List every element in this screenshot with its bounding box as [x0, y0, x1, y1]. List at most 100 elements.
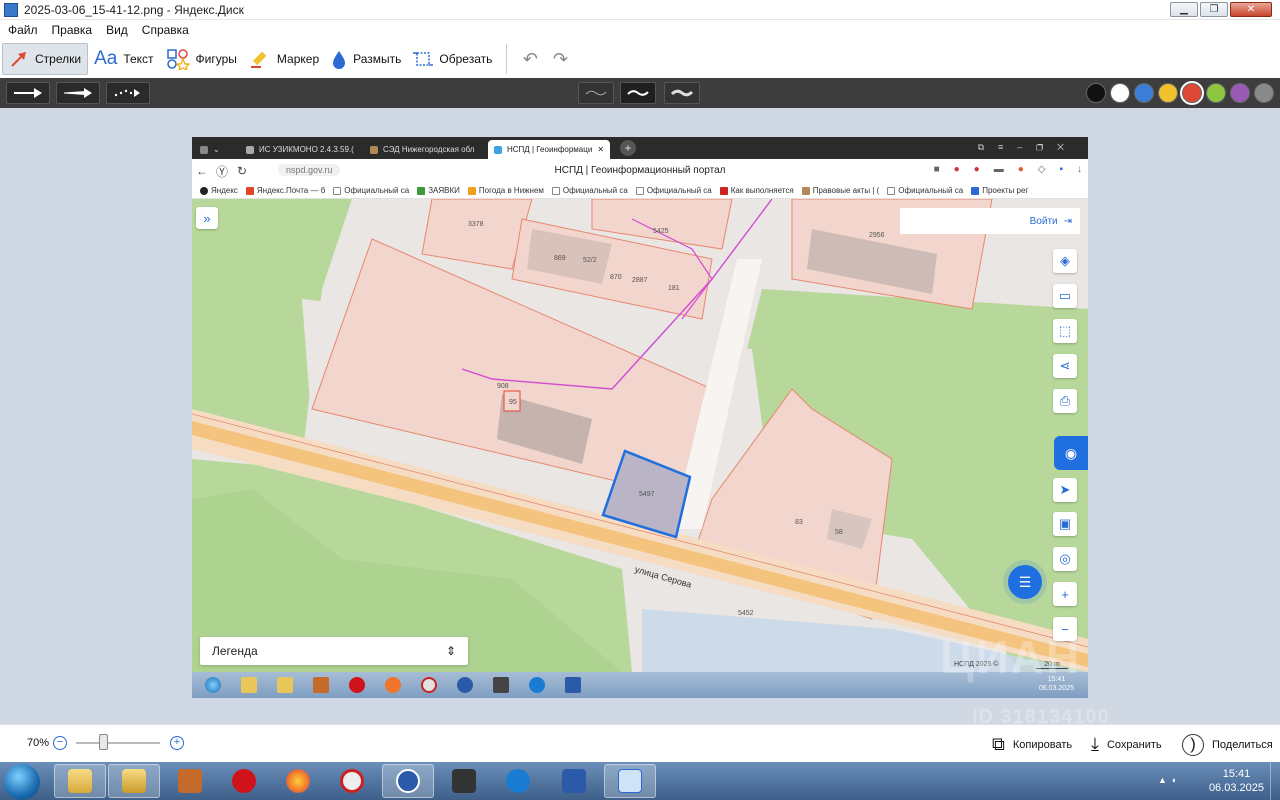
bookmark-item[interactable]: Правовые акты | ( — [801, 186, 879, 195]
select-area-button[interactable]: ⬚ — [1053, 319, 1077, 343]
tab-close-icon[interactable]: ✕ — [597, 145, 604, 154]
menu-view[interactable]: Вид — [106, 23, 128, 37]
bookmark-icon[interactable]: ■ — [934, 164, 940, 175]
bookmark-item[interactable]: Официальный са — [551, 186, 628, 195]
extension-icon[interactable]: ● — [954, 164, 960, 175]
taskbar-yandex-disk-editor[interactable] — [604, 764, 656, 798]
tool-text[interactable]: Aa Текст — [88, 43, 159, 75]
bookmark-item[interactable]: Погода в Нижнем — [467, 186, 544, 195]
bookmark-item[interactable]: ЗАЯВКИ — [417, 186, 460, 195]
share-button[interactable]: ) Поделиться — [1182, 734, 1273, 756]
color-swatch-purple[interactable] — [1230, 83, 1250, 103]
start-button[interactable] — [4, 764, 40, 800]
browser-menu-button[interactable]: ⌄ — [194, 140, 234, 159]
legend-dropdown[interactable]: Легенда ⇕ — [200, 637, 468, 665]
bookmark-item[interactable]: Официальный са — [333, 186, 409, 195]
bookmark-item[interactable]: Яндекс — [200, 186, 238, 195]
cadastral-map[interactable]: 3378 5425 2956 869 52/2 870 2887 181 908… — [192, 199, 1088, 672]
taskbar-explorer[interactable] — [54, 764, 106, 798]
menu-edit[interactable]: Правка — [52, 23, 93, 37]
line-thin-button[interactable] — [578, 82, 614, 104]
close-button[interactable]: ✕ — [1230, 2, 1272, 17]
taskbar-opera[interactable] — [218, 764, 270, 798]
arrow-style-solid-button[interactable] — [6, 82, 50, 104]
image-canvas[interactable]: ⌄ ИС УЗИКМОНО 2.4.3.59.( СЭД Нижегородск… — [192, 137, 1088, 698]
browser-tab[interactable]: СЭД Нижегородская обл — [364, 140, 482, 159]
taskbar-yandex-browser[interactable] — [382, 764, 434, 798]
map-label: 52/2 — [583, 257, 597, 264]
zoom-out-button[interactable]: − — [53, 736, 67, 750]
taskbar-scanner[interactable] — [438, 764, 490, 798]
color-swatch-white[interactable] — [1110, 83, 1130, 103]
minimize-button[interactable]: ▁ — [1170, 2, 1198, 17]
browser-window-controls[interactable]: ⧉≡–❐✕ — [978, 142, 1078, 153]
print-button[interactable]: ⎙ — [1053, 389, 1077, 413]
tool-marker[interactable]: Маркер — [243, 43, 325, 75]
search-place-button[interactable]: ◎ — [1053, 547, 1077, 571]
locate-button[interactable]: ➤ — [1053, 478, 1077, 502]
taskbar-firefox[interactable] — [272, 764, 324, 798]
login-button[interactable]: Войти ⇥ — [900, 208, 1080, 234]
zoom-slider-thumb[interactable] — [99, 734, 108, 750]
color-swatch-red[interactable] — [1182, 83, 1202, 103]
scanner-icon — [452, 769, 476, 793]
system-clock[interactable]: 15:41 06.03.2025 — [1209, 767, 1264, 795]
tool-blur[interactable]: Размыть — [325, 43, 407, 75]
menu-file[interactable]: Файл — [8, 23, 38, 37]
color-swatch-gray[interactable] — [1254, 83, 1274, 103]
extension-icon[interactable]: ▬ — [994, 164, 1004, 175]
line-medium-button[interactable] — [620, 82, 656, 104]
share-map-button[interactable]: ⋖ — [1053, 354, 1077, 378]
bookmark-item[interactable]: Проекты рег — [971, 186, 1028, 195]
color-swatch-blue[interactable] — [1134, 83, 1154, 103]
download-icon[interactable]: ↓ — [1077, 164, 1082, 175]
bookmark-item[interactable]: Яндекс.Почта — б — [245, 186, 325, 195]
maximize-button[interactable]: ❐ — [1200, 2, 1228, 17]
tool-arrows[interactable]: Стрелки — [2, 43, 89, 75]
extension-icon[interactable]: ◇ — [1038, 164, 1046, 175]
new-tab-button[interactable]: + — [620, 140, 636, 156]
tool-crop[interactable]: Обрезать — [407, 43, 498, 75]
extension-icon[interactable]: ● — [1018, 164, 1024, 175]
wave-medium-icon — [627, 90, 649, 96]
bookmark-item[interactable]: Официальный са — [635, 186, 712, 195]
color-swatch-green[interactable] — [1206, 83, 1226, 103]
bookmark-item[interactable]: Официальный са — [887, 186, 963, 195]
color-swatch-yellow[interactable] — [1158, 83, 1178, 103]
show-desktop-button[interactable] — [1270, 762, 1280, 800]
ruler-button[interactable]: ▭ — [1053, 284, 1077, 308]
minimap-button[interactable]: ▣ — [1053, 512, 1077, 536]
layers-button[interactable]: ◈ — [1053, 249, 1077, 273]
redo-icon[interactable]: ↷ — [545, 44, 575, 74]
zoom-in-button[interactable]: + — [1053, 582, 1077, 606]
menu-help[interactable]: Справка — [142, 23, 189, 37]
arrow-style-tapered-button[interactable] — [56, 82, 100, 104]
taskbar-teamviewer[interactable] — [492, 764, 544, 798]
expand-panel-button[interactable]: » — [196, 207, 218, 229]
tool-crop-label: Обрезать — [439, 52, 493, 66]
extension-icon[interactable]: ▪ — [1059, 164, 1063, 175]
arrow-icon — [11, 52, 26, 67]
taskbar-ccleaner[interactable] — [326, 764, 378, 798]
arrow-style-dotted-button[interactable] — [106, 82, 150, 104]
firefox-icon — [286, 769, 310, 793]
taskbar-app[interactable] — [164, 764, 216, 798]
chat-button[interactable]: ☰ — [1008, 565, 1042, 599]
extension-icon[interactable]: ● — [974, 164, 980, 175]
save-button[interactable]: ⤓ Сохранить — [1091, 734, 1162, 755]
zoom-slider-track[interactable] — [76, 742, 160, 744]
taskbar-folder[interactable] — [108, 764, 160, 798]
tray-icons[interactable]: ▲ ◐ — [1158, 775, 1177, 785]
nspd-assistant-button[interactable]: ◉ — [1054, 436, 1088, 470]
copy-button[interactable]: ⧉ Копировать — [992, 734, 1072, 755]
undo-icon[interactable]: ↶ — [515, 44, 545, 74]
tool-shapes[interactable]: Фигуры — [160, 43, 243, 75]
zoom-in-button[interactable]: + — [170, 736, 184, 750]
browser-tab-active[interactable]: НСПД | Геоинформаци ✕ — [488, 140, 610, 159]
bookmark-item[interactable]: Как выполняется — [719, 186, 794, 195]
color-swatch-black[interactable] — [1086, 83, 1106, 103]
browser-tab[interactable]: ИС УЗИКМОНО 2.4.3.59.( — [240, 140, 358, 159]
taskbar-word[interactable] — [548, 764, 600, 798]
line-thick-button[interactable] — [664, 82, 700, 104]
minimap-icon: ▣ — [1058, 516, 1072, 531]
